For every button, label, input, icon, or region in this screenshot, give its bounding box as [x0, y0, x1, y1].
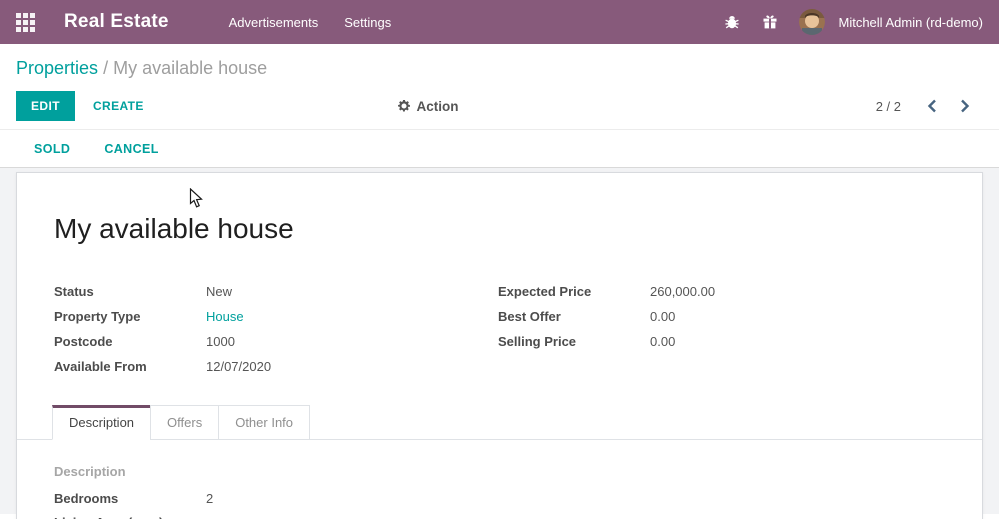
- field-available-from: Available From 12/07/2020: [54, 360, 498, 373]
- field-best-offer-value: 0.00: [650, 309, 676, 324]
- gear-icon: [397, 99, 411, 113]
- menu-item-advertisements[interactable]: Advertisements: [221, 9, 327, 36]
- main-menu: Advertisements Settings: [221, 9, 400, 36]
- menu-item-settings[interactable]: Settings: [336, 9, 399, 36]
- field-selling-price: Selling Price 0.00: [498, 335, 942, 348]
- field-property-type-value[interactable]: House: [206, 310, 244, 323]
- bug-icon[interactable]: [717, 7, 747, 37]
- apps-grid-icon[interactable]: [16, 12, 35, 32]
- field-status-label: Status: [54, 284, 94, 299]
- field-property-type: Property Type House: [54, 310, 498, 323]
- action-menu-wrap: Action: [16, 99, 983, 114]
- field-status-value: New: [206, 284, 233, 299]
- navbar-right: Mitchell Admin (rd-demo): [717, 7, 984, 37]
- breadcrumb-separator: /: [103, 58, 114, 78]
- field-postcode-label: Postcode: [54, 334, 113, 349]
- field-expected-price-value: 260,000.00: [650, 284, 716, 299]
- field-selling-price-label: Selling Price: [498, 334, 577, 349]
- field-selling-price-value: 0.00: [650, 334, 676, 349]
- field-best-offer: Best Offer 0.00: [498, 310, 942, 323]
- form-sheet: My available house Status New Property T…: [16, 172, 983, 519]
- property-title: My available house: [54, 213, 294, 244]
- tab-other-info[interactable]: Other Info: [218, 405, 311, 440]
- field-bedrooms-value: 2: [206, 491, 214, 506]
- notebook-tabs: Description Offers Other Info: [17, 405, 982, 440]
- cancel-button[interactable]: CANCEL: [94, 136, 168, 162]
- user-avatar[interactable]: [798, 9, 825, 35]
- field-expected-price-label: Expected Price: [498, 284, 592, 299]
- field-expected-price: Expected Price 260,000.00: [498, 285, 942, 298]
- breadcrumb-properties[interactable]: Properties: [16, 58, 98, 78]
- field-postcode: Postcode 1000: [54, 335, 498, 348]
- user-menu[interactable]: Mitchell Admin (rd-demo): [839, 15, 984, 30]
- field-column-right: Expected Price 260,000.00 Best Offer 0.0…: [498, 285, 942, 385]
- field-available-from-value: 12/07/2020: [206, 359, 272, 374]
- field-property-type-label: Property Type: [54, 309, 141, 324]
- breadcrumb: Properties / My available house: [16, 58, 983, 79]
- action-menu-label: Action: [416, 98, 459, 114]
- control-panel: Properties / My available house EDIT CRE…: [0, 44, 999, 129]
- field-grid: Status New Property Type House Postcode …: [54, 285, 945, 385]
- breadcrumb-current: My available house: [113, 58, 268, 78]
- tab-pane-description: Description Bedrooms 2 Living Area (sqm): [54, 440, 945, 519]
- top-navbar: Real Estate Advertisements Settings Mitc…: [0, 0, 999, 44]
- sold-button[interactable]: SOLD: [24, 136, 80, 162]
- field-postcode-value: 1000: [206, 334, 235, 349]
- field-status: Status New: [54, 285, 498, 298]
- tab-offers[interactable]: Offers: [150, 405, 220, 440]
- gift-icon[interactable]: [755, 7, 785, 37]
- field-bedrooms-label: Bedrooms: [54, 491, 119, 506]
- tab-description[interactable]: Description: [52, 405, 152, 440]
- description-field-label: Description: [54, 464, 126, 479]
- action-menu-button[interactable]: Action: [397, 99, 459, 114]
- control-panel-buttons: EDIT CREATE Action 2 / 2: [16, 91, 983, 121]
- field-best-offer-label: Best Offer: [498, 309, 561, 324]
- field-column-left: Status New Property Type House Postcode …: [54, 285, 498, 385]
- odoo-window: Real Estate Advertisements Settings Mitc…: [0, 0, 999, 519]
- form-content: My available house Status New Property T…: [0, 168, 999, 519]
- app-title[interactable]: Real Estate: [64, 11, 169, 33]
- field-available-from-label: Available From: [54, 359, 147, 374]
- field-bedrooms: Bedrooms 2: [54, 492, 945, 505]
- form-statusbar: SOLD CANCEL: [0, 129, 999, 168]
